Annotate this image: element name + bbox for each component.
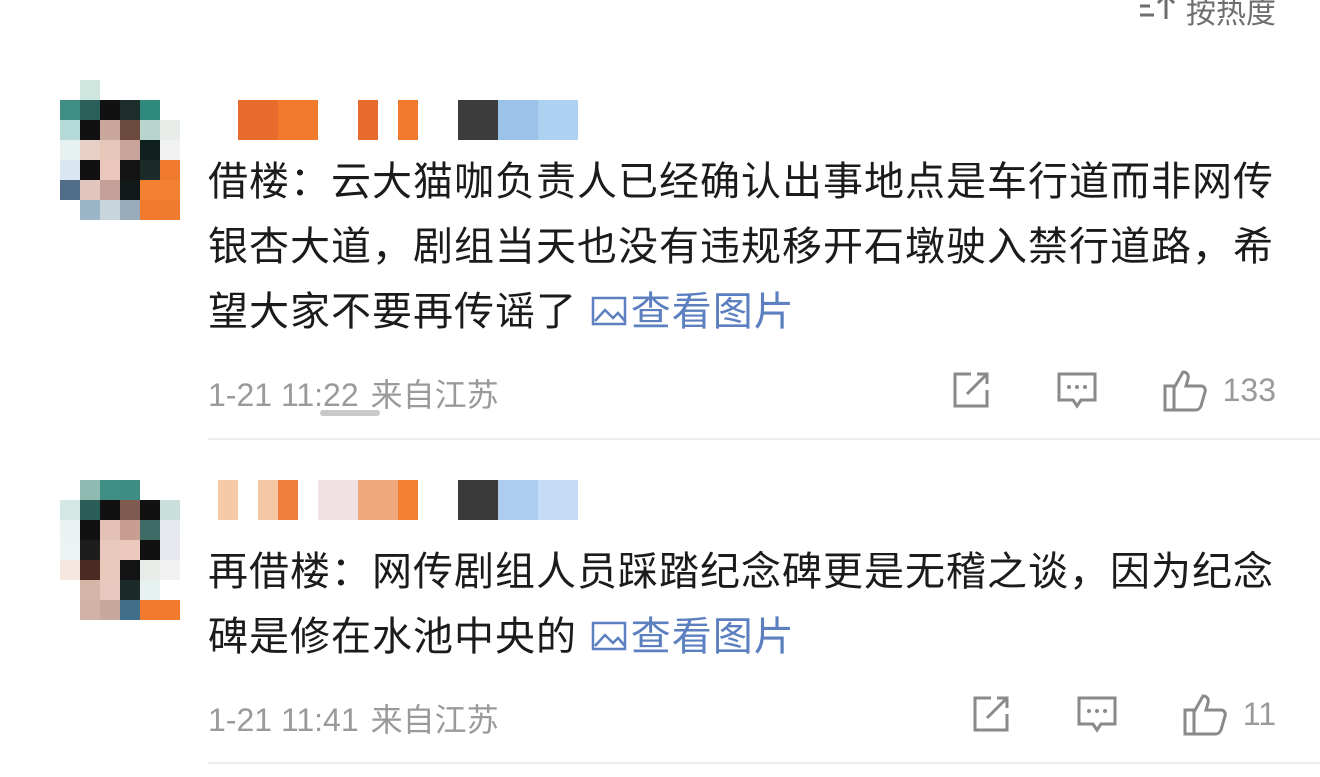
- image-icon: [591, 296, 626, 326]
- view-image-link[interactable]: 查看图片: [591, 289, 795, 335]
- view-image-label: 查看图片: [630, 289, 795, 335]
- comment-item: 再借楼：网传剧组人员踩踏纪念碑更是无稽之谈，因为纪念碑是修在水池中央的 查看图片…: [0, 440, 1320, 777]
- comment-actions: 11: [969, 690, 1276, 738]
- like-count: 11: [1242, 695, 1276, 732]
- thumbs-up-icon[interactable]: [1181, 690, 1229, 738]
- comment-item: 借楼：云大猫咖负责人已经确认出事地点是车行道而非网传银杏大道，剧组当天也没有违规…: [0, 0, 1320, 440]
- thumbs-up-icon[interactable]: [1161, 366, 1209, 414]
- comment-time: 1-21 11:22: [208, 377, 359, 413]
- username-mosaic[interactable]: [218, 100, 578, 140]
- scroll-indicator: [320, 410, 380, 416]
- reply-icon[interactable]: [1055, 368, 1099, 412]
- share-icon[interactable]: [949, 368, 993, 412]
- username-mosaic[interactable]: [218, 480, 578, 520]
- share-icon[interactable]: [969, 692, 1013, 736]
- view-image-link[interactable]: 查看图片: [591, 614, 795, 660]
- like-count: 133: [1222, 371, 1276, 408]
- comment-location: 来自江苏: [370, 377, 499, 413]
- comment-actions: 133: [949, 366, 1276, 414]
- avatar[interactable]: [60, 80, 180, 220]
- reply-icon[interactable]: [1075, 692, 1119, 736]
- comment-text: 再借楼：网传剧组人员踩踏纪念碑更是无稽之谈，因为纪念碑是修在水池中央的 查看图片: [208, 540, 1288, 670]
- avatar[interactable]: [60, 480, 180, 620]
- comment-time: 1-21 11:41: [208, 702, 359, 738]
- image-icon: [591, 621, 626, 651]
- comment-meta: 1-21 11:41 来自江苏: [208, 695, 499, 741]
- comment-location: 来自江苏: [370, 702, 499, 738]
- view-image-label: 查看图片: [630, 614, 795, 660]
- comment-text: 借楼：云大猫咖负责人已经确认出事地点是车行道而非网传银杏大道，剧组当天也没有违规…: [208, 150, 1288, 345]
- comment-divider: [208, 762, 1320, 764]
